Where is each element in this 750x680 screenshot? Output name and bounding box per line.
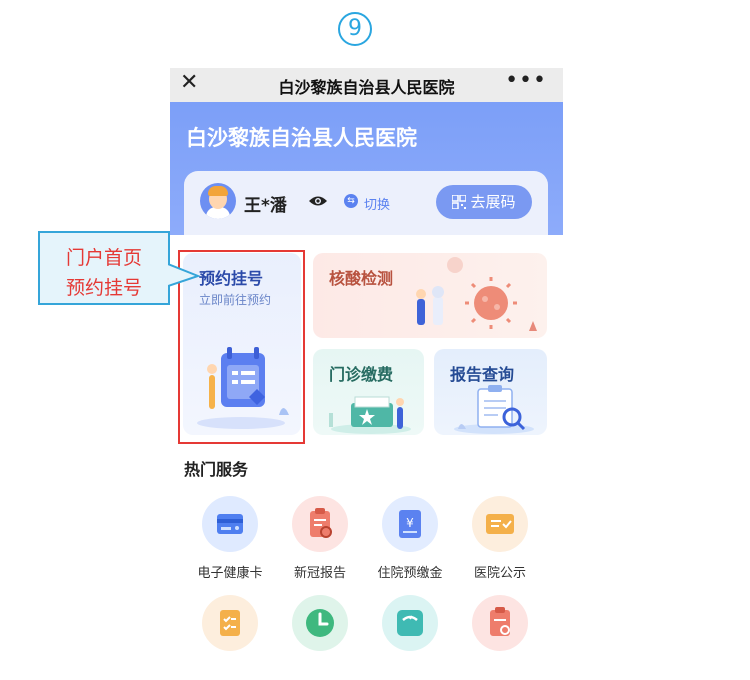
nav-bar: ✕ 白沙黎族自治县人民医院 ••• bbox=[170, 68, 563, 102]
user-name: 王*潘 bbox=[244, 196, 287, 216]
service-health-card[interactable]: 电子健康卡 bbox=[185, 496, 275, 581]
annotation-line-2: 预约挂号 bbox=[65, 277, 142, 299]
service-scale[interactable] bbox=[365, 595, 455, 651]
service-label: 新冠报告 bbox=[293, 566, 346, 581]
callout-pointer-icon bbox=[168, 263, 200, 287]
svg-text:¥: ¥ bbox=[406, 516, 414, 530]
clipboard-icon bbox=[472, 595, 528, 651]
checklist-icon bbox=[202, 595, 258, 651]
hospital-name: 白沙黎族自治县人民医院 bbox=[186, 126, 417, 150]
payment-illustration-icon bbox=[329, 396, 411, 434]
switch-icon[interactable]: ⇆ bbox=[344, 194, 358, 208]
hospital-notice-icon bbox=[472, 496, 528, 552]
service-inpatient-deposit[interactable]: ¥ 住院预缴金 bbox=[365, 496, 455, 581]
more-icon[interactable]: ••• bbox=[505, 68, 547, 93]
service-covid-report[interactable]: 新冠报告 bbox=[275, 496, 365, 581]
service-hospital-notice[interactable]: 医院公示 bbox=[455, 496, 545, 581]
service-label: 电子健康卡 bbox=[197, 566, 263, 581]
show-qr-button[interactable]: 去展码 bbox=[436, 185, 532, 219]
annotation-line-1: 门户首页 bbox=[65, 247, 142, 269]
switch-label[interactable]: 切换 bbox=[364, 194, 390, 213]
eye-icon[interactable] bbox=[308, 195, 328, 207]
service-checklist[interactable] bbox=[185, 595, 275, 651]
inpatient-deposit-icon: ¥ bbox=[382, 496, 438, 552]
show-qr-label: 去展码 bbox=[470, 193, 516, 211]
service-clipboard[interactable] bbox=[455, 595, 545, 651]
report-query-tile[interactable]: 报告查询 bbox=[434, 349, 547, 435]
scale-icon bbox=[382, 595, 438, 651]
avatar bbox=[200, 183, 236, 219]
nucleic-test-tile[interactable]: 核酸检测 bbox=[313, 253, 547, 338]
virus-illustration-icon bbox=[416, 257, 537, 331]
service-label: 医院公示 bbox=[473, 566, 526, 581]
annotation-callout: 门户首页 预约挂号 bbox=[38, 231, 170, 305]
outpatient-payment-tile[interactable]: 门诊缴费 bbox=[313, 349, 424, 435]
service-clock[interactable] bbox=[275, 595, 365, 651]
nav-title: 白沙黎族自治县人民医院 bbox=[278, 78, 455, 97]
clock-icon bbox=[292, 595, 348, 651]
qr-code-icon bbox=[451, 187, 468, 210]
report-illustration-icon bbox=[454, 385, 534, 434]
covid-report-icon bbox=[292, 496, 348, 552]
health-card-icon bbox=[202, 496, 258, 552]
hot-services-title: 热门服务 bbox=[184, 460, 249, 479]
service-label: 住院预缴金 bbox=[377, 566, 443, 581]
step-number-badge: 9 bbox=[338, 12, 372, 46]
